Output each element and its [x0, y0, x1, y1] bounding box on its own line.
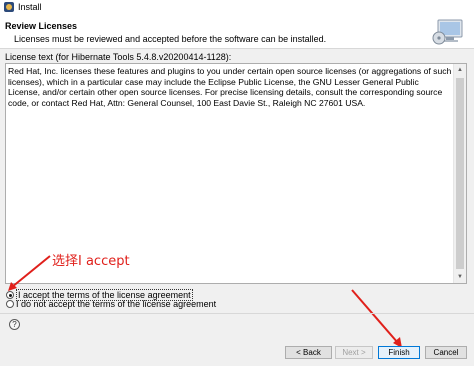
- wizard-header: Review Licenses Licenses must be reviewe…: [0, 15, 474, 49]
- page-title: Review Licenses: [5, 21, 78, 31]
- annotation-label: 选择I accept: [52, 254, 130, 269]
- vertical-scrollbar[interactable]: ▲ ▼: [453, 64, 466, 283]
- decline-radio[interactable]: [6, 300, 14, 308]
- scroll-down-icon[interactable]: ▼: [454, 271, 466, 283]
- license-text-label: License text (for Hibernate Tools 5.4.8.…: [5, 52, 232, 62]
- finish-button[interactable]: Finish: [378, 346, 420, 359]
- title-bar[interactable]: Install: [0, 0, 474, 16]
- decline-option[interactable]: I do not accept the terms of the license…: [6, 299, 216, 309]
- window-title: Install: [18, 2, 42, 12]
- page-description: Licenses must be reviewed and accepted b…: [14, 34, 327, 44]
- help-icon[interactable]: ?: [9, 319, 20, 330]
- install-icon: [4, 2, 14, 12]
- install-dialog: Install Review Licenses Licenses must be…: [0, 0, 474, 366]
- footer-divider: [0, 313, 474, 314]
- install-wizard-graphic: [432, 19, 463, 45]
- decline-label[interactable]: I do not accept the terms of the license…: [16, 299, 216, 309]
- next-button[interactable]: Next >: [335, 346, 373, 359]
- back-button[interactable]: < Back: [285, 346, 332, 359]
- license-text: Red Hat, Inc. licenses these features an…: [8, 66, 452, 108]
- scroll-up-icon[interactable]: ▲: [454, 64, 466, 76]
- scroll-thumb[interactable]: [456, 78, 464, 269]
- accept-radio[interactable]: [6, 291, 14, 299]
- cancel-button[interactable]: Cancel: [425, 346, 467, 359]
- arrow-to-finish: [351, 289, 399, 344]
